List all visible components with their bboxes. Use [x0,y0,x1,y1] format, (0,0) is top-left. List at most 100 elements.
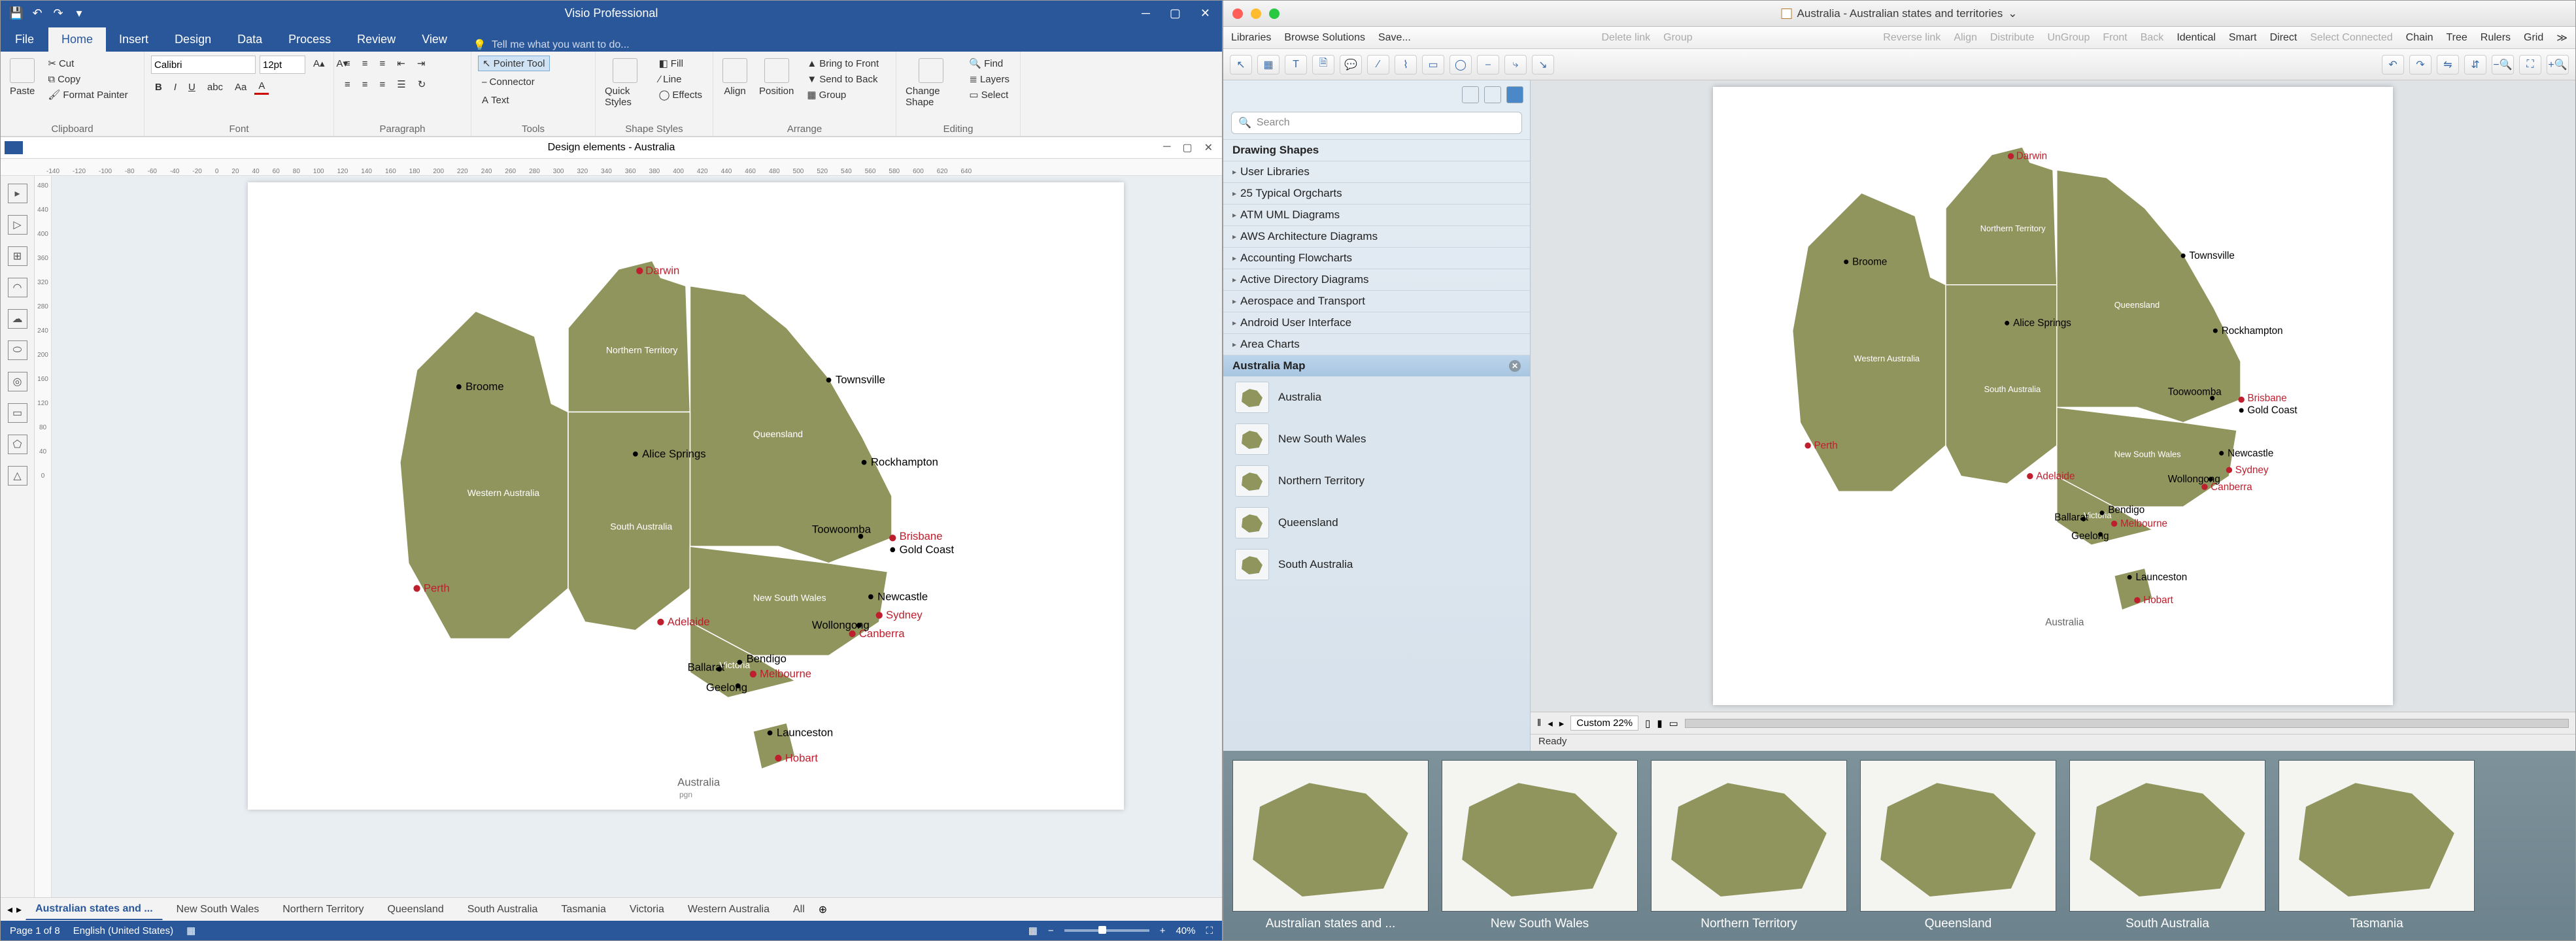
grow-font-icon[interactable]: A▴ [309,56,329,71]
restore-icon[interactable]: ▢ [1170,7,1181,20]
menu-save[interactable]: Save... [1378,32,1411,44]
tree-item[interactable]: ▸Area Charts [1223,333,1530,355]
sheet-tab[interactable]: Western Australia [678,899,779,920]
cd-canvas[interactable]: ‖ ◂ ▸ Custom 22% ▯ ▮ ▭ Ready [1531,80,2575,751]
fill-button[interactable]: ◧ Fill [655,56,706,71]
tab-data[interactable]: Data [224,27,275,52]
position-button[interactable]: Position [756,56,796,99]
tb-rect-icon[interactable]: ▭ [1422,55,1444,74]
minimize-icon[interactable]: ─ [1142,7,1150,20]
title-dropdown-icon[interactable]: ⌄ [2008,7,2017,20]
visio-page[interactable]: pgn [248,182,1124,810]
select-button[interactable]: ▭ Select [965,87,1013,103]
view-mode2-icon[interactable]: ▮ [1657,718,1662,729]
tree-item[interactable]: ▸AWS Architecture Diagrams [1223,225,1530,247]
shape-item[interactable]: Northern Territory [1223,460,1530,502]
pane-grid-icon[interactable] [1484,86,1501,103]
redo-icon[interactable]: ↷ [52,7,65,20]
align-right-icon[interactable]: ≡ [376,76,390,92]
rotate-text-icon[interactable]: ↻ [414,76,430,92]
sub-close-icon[interactable]: ✕ [1204,141,1213,154]
macro-icon[interactable]: ▦ [186,925,195,936]
tb-ellipse-icon[interactable]: ◯ [1449,55,1472,74]
tree-item[interactable]: ▸Aerospace and Transport [1223,290,1530,312]
align-bot-icon[interactable]: ≡ [376,56,390,71]
tree-drawing-shapes[interactable]: Drawing Shapes [1223,139,1530,161]
align-mid-icon[interactable]: ≡ [358,56,372,71]
stencil-shape7-icon[interactable]: ▭ [8,403,27,423]
fit-page-icon[interactable]: ⛶ [1206,925,1213,936]
sheet-tab[interactable]: South Australia [458,899,548,920]
traffic-min-icon[interactable] [1251,8,1261,19]
menu-smart[interactable]: Smart [2229,32,2257,44]
page-thumbnail[interactable]: Queensland [1860,760,2056,931]
page-thumbnail[interactable]: New South Wales [1442,760,1638,931]
align-left-icon[interactable]: ≡ [341,76,354,92]
menu-tree[interactable]: Tree [2446,32,2467,44]
page-prev-icon[interactable]: ◂ [1548,718,1553,729]
tb-conn2-icon[interactable]: ⤷ [1504,55,1527,74]
tree-item-selected[interactable]: Australia Map✕ [1223,355,1530,376]
tb-curve-icon[interactable]: ⌇ [1395,55,1417,74]
view-mode3-icon[interactable]: ▭ [1669,718,1678,729]
zoom-in-icon[interactable]: + [1160,925,1166,936]
menu-libraries[interactable]: Libraries [1231,32,1271,44]
tb-flip-v-icon[interactable]: ⇵ [2464,55,2486,74]
menu-chain[interactable]: Chain [2406,32,2433,44]
shape-item[interactable]: Queensland [1223,502,1530,544]
tree-item[interactable]: ▸User Libraries [1223,161,1530,182]
stencil-shape5-icon[interactable]: ⬭ [8,340,27,360]
text-case-button[interactable]: Aa [231,79,250,95]
tb-zoom-in-icon[interactable]: +🔍 [2547,55,2569,74]
stencil-arrow-icon[interactable]: ▸ [8,184,27,203]
tb-flip-h-icon[interactable]: ⇋ [2437,55,2459,74]
menu-direct[interactable]: Direct [2270,32,2297,44]
quick-styles-button[interactable]: Quick Styles [602,56,649,110]
zoom-out-icon[interactable]: − [1048,925,1054,936]
effects-button[interactable]: ◯ Effects [655,87,706,103]
add-sheet-icon[interactable]: ⊕ [819,903,827,916]
indent-dec-icon[interactable]: ⇤ [393,56,409,71]
bold-button[interactable]: B [151,79,166,95]
stencil-shape8-icon[interactable]: ⬠ [8,435,27,454]
search-input[interactable]: 🔍 Search [1231,112,1522,134]
stencil-shape2-icon[interactable]: ⊞ [8,246,27,266]
tree-item[interactable]: ▸ATM UML Diagrams [1223,204,1530,225]
tb-rotate-l-icon[interactable]: ↶ [2382,55,2404,74]
undo-icon[interactable]: ↶ [31,7,44,20]
font-family-select[interactable] [151,56,256,74]
save-icon[interactable]: 💾 [10,7,23,20]
zoom-combo[interactable]: Custom 22% [1570,716,1638,731]
tell-me[interactable]: 💡 Tell me what you want to do... [473,39,630,52]
tb-rotate-r-icon[interactable]: ↷ [2409,55,2432,74]
pane-panels-icon[interactable] [1462,86,1479,103]
scroll-handle-icon[interactable]: ‖ [1537,718,1541,729]
page-thumbnail[interactable]: Tasmania [2279,760,2475,931]
tb-note-icon[interactable]: 🗎 [1312,55,1334,74]
tree-item[interactable]: ▸Accounting Flowcharts [1223,247,1530,269]
sheet-tab[interactable]: New South Wales [167,899,269,920]
menu-overflow-icon[interactable]: ≫ [2556,31,2568,44]
shape-item[interactable]: South Australia [1223,544,1530,586]
tab-insert[interactable]: Insert [106,27,161,52]
tb-text-icon[interactable]: T [1285,55,1307,74]
visio-canvas[interactable]: pgn [52,176,1222,897]
stencil-shape1-icon[interactable]: ▷ [8,215,27,235]
tab-process[interactable]: Process [275,27,344,52]
line-button[interactable]: ∕ Line [655,71,706,87]
stencil-shape9-icon[interactable]: △ [8,466,27,486]
strike-button[interactable]: abc [203,79,227,95]
paste-button[interactable]: Paste [7,56,37,99]
menu-browse[interactable]: Browse Solutions [1284,32,1365,44]
close-lib-icon[interactable]: ✕ [1509,360,1521,372]
tab-home[interactable]: Home [48,27,106,52]
sheet-tab[interactable]: Australian states and ... [25,899,163,920]
sub-minimize-icon[interactable]: ─ [1163,141,1170,154]
shape-item[interactable]: New South Wales [1223,418,1530,460]
menu-grid[interactable]: Grid [2524,32,2543,44]
sheet-nav-prev-icon[interactable]: ◂ [7,903,12,916]
tab-design[interactable]: Design [161,27,224,52]
align-button[interactable]: Align [720,56,750,99]
indent-inc-icon[interactable]: ⇥ [413,56,430,71]
send-back-button[interactable]: ▼ Send to Back [803,71,883,87]
